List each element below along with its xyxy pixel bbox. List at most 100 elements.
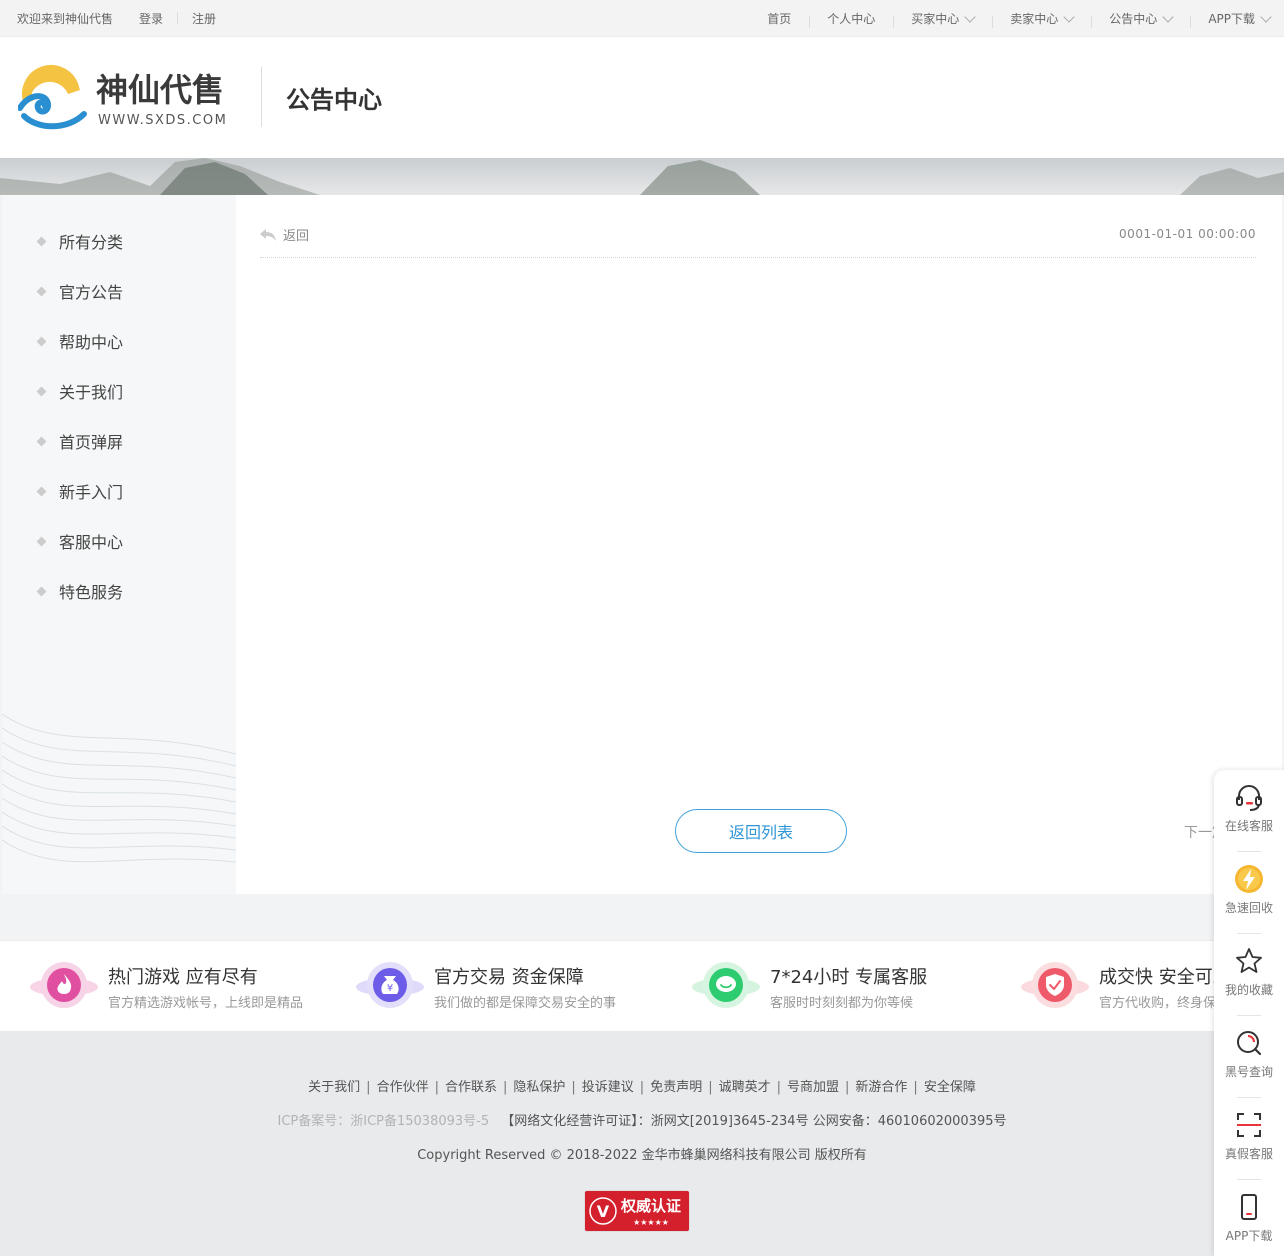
float-verify-service[interactable]: 真假客服 [1214, 1098, 1284, 1170]
top-bar-left: 欢迎来到神仙代售 登录 注册 [17, 0, 216, 36]
reply-arrow-icon [260, 228, 276, 241]
footer-link[interactable]: 合作联系 [445, 1080, 497, 1095]
link-separator: | [502, 1080, 508, 1095]
top-nav-home[interactable]: 首页 [749, 10, 809, 27]
float-app-download[interactable]: APP下载 [1214, 1180, 1284, 1252]
sidebar-item-label: 首页弹屏 [59, 433, 124, 452]
lightning-icon [1235, 865, 1263, 893]
site-header: 神仙代售 WWW.SXDS.COM 公告中心 [0, 37, 1284, 158]
float-item-label: 我的收藏 [1224, 983, 1273, 997]
feature-title: 成交快 安全可靠 [1099, 967, 1231, 988]
sidebar-item-label: 官方公告 [59, 283, 124, 302]
sidebar-item-beginner-guide[interactable]: 新手入门 [36, 476, 124, 506]
float-item-label: 真假客服 [1224, 1147, 1273, 1161]
top-nav-seller-center[interactable]: 卖家中心 [992, 10, 1091, 28]
bullet-diamond-icon [36, 586, 47, 596]
authority-cert-badge[interactable]: V 权威认证 ★★★★★ [584, 1190, 690, 1232]
float-online-service[interactable]: 在线客服 [1214, 770, 1284, 842]
svg-text:神仙代售: 神仙代售 [96, 71, 224, 109]
right-float-toolbar: 在线客服 急速回收 我的收藏 黑号查询 真假客服 APP下载 [1214, 770, 1284, 1256]
sidebar-item-help-center[interactable]: 帮助中心 [36, 326, 124, 356]
footer-link[interactable]: 合作伙伴 [377, 1080, 429, 1095]
feature-strip: 热门游戏 应有尽有 官方精选游戏帐号，上线即是精品 ¥ 官方交易 资金保障 我们… [0, 940, 1284, 1032]
icp-line: ICP备案号：浙ICP备15038093号-5 【网络文化经营许可证】：浙网文[… [0, 1110, 1284, 1129]
bullet-diamond-icon [36, 536, 47, 546]
svg-text:★★★★★: ★★★★★ [633, 1218, 669, 1227]
chevron-down-icon [964, 10, 976, 23]
svg-text:WWW.SXDS.COM: WWW.SXDS.COM [98, 113, 227, 128]
site-logo[interactable]: 神仙代售 WWW.SXDS.COM [17, 64, 233, 132]
sidebar-item-home-popup[interactable]: 首页弹屏 [36, 426, 124, 456]
top-bar: 欢迎来到神仙代售 登录 注册 首页 个人中心 买家中心 卖家中心 公告中心 AP… [0, 0, 1284, 37]
top-nav-label: 公告中心 [1109, 11, 1158, 26]
back-link-label: 返回 [283, 229, 310, 244]
logo-mark-icon: 神仙代售 WWW.SXDS.COM [17, 65, 227, 130]
top-nav-label: 首页 [767, 11, 792, 26]
bullet-diamond-icon [36, 286, 47, 296]
svg-text:权威认证: 权威认证 [620, 1197, 681, 1215]
footer-link[interactable]: 安全保障 [924, 1080, 976, 1095]
top-nav-personal-center[interactable]: 个人中心 [809, 10, 893, 28]
back-link[interactable]: 返回 [260, 225, 309, 244]
sidebar-item-about-us[interactable]: 关于我们 [36, 376, 123, 406]
float-item-label: APP下载 [1225, 1229, 1273, 1243]
headset-icon [1236, 785, 1262, 811]
copyright-text: Copyright Reserved © 2018-2022 金华市蜂巢网络科技… [417, 1148, 867, 1163]
feature-description: 客服时时刻刻都为你等候 [770, 996, 914, 1011]
welcome-text: 欢迎来到神仙代售 [17, 11, 114, 26]
float-my-favorites[interactable]: 我的收藏 [1214, 934, 1284, 1006]
top-nav-notice-center[interactable]: 公告中心 [1091, 10, 1190, 28]
link-separator: | [913, 1080, 918, 1095]
link-separator: | [434, 1080, 439, 1095]
bullet-diamond-icon [36, 236, 47, 246]
sidebar-item-label: 特色服务 [59, 583, 124, 602]
footer-link[interactable]: 诚聘英才 [719, 1080, 771, 1095]
back-to-list-button[interactable]: 返回列表 [675, 809, 847, 853]
footer-link[interactable]: 新游合作 [855, 1080, 907, 1095]
bullet-diamond-icon [36, 386, 47, 396]
chevron-down-icon [1260, 10, 1272, 23]
top-nav-label: 个人中心 [827, 11, 876, 26]
chat-icon [690, 957, 762, 1017]
feature-description: 官方精选游戏帐号，上线即是精品 [108, 996, 304, 1011]
top-nav-label: 买家中心 [911, 11, 960, 26]
wave-decoration-image [2, 713, 236, 863]
top-nav-label: APP下载 [1208, 11, 1255, 26]
sidebar-item-all[interactable]: 所有分类 [36, 226, 124, 256]
top-nav-app-download[interactable]: APP下载 [1190, 10, 1284, 28]
sidebar-item-label: 所有分类 [59, 233, 124, 252]
sidebar-item-official-notice[interactable]: 官方公告 [36, 276, 124, 306]
shield-check-icon [1019, 957, 1091, 1017]
float-fast-recycle[interactable]: 急速回收 [1214, 852, 1284, 924]
sidebar-item-special-services[interactable]: 特色服务 [36, 576, 124, 606]
header-divider [261, 67, 262, 127]
float-item-label: 急速回收 [1224, 901, 1273, 915]
footer-link[interactable]: 关于我们 [308, 1080, 360, 1095]
feature-24h-service: 7*24小时 专属客服 客服时时刻刻都为你等候 [690, 957, 927, 1017]
float-blacklist-query[interactable]: 黑号查询 [1214, 1016, 1284, 1088]
footer-link[interactable]: 免责声明 [650, 1080, 702, 1095]
login-link[interactable]: 登录 [139, 10, 163, 27]
register-link[interactable]: 注册 [192, 10, 216, 27]
category-sidebar: 所有分类 官方公告 帮助中心 关于我们 首页弹屏 新手入门 客服中心 特色服务 [2, 195, 236, 894]
sidebar-item-label: 帮助中心 [59, 333, 124, 352]
star-icon [1236, 948, 1262, 973]
link-separator: | [571, 1080, 576, 1095]
divider [177, 12, 179, 24]
top-nav-buyer-center[interactable]: 买家中心 [893, 10, 992, 28]
sidebar-item-service-center[interactable]: 客服中心 [36, 526, 123, 556]
icp-record-link[interactable]: ICP备案号：浙ICP备15038093号-5 [277, 1114, 489, 1129]
sidebar-item-label: 新手入门 [59, 483, 124, 502]
license-text: 【网络文化经营许可证】：浙网文[2019]3645-234号 公网安备：4601… [501, 1114, 1007, 1129]
phone-icon [1241, 1194, 1257, 1220]
footer-link[interactable]: 隐私保护 [513, 1080, 565, 1095]
float-item-label: 在线客服 [1224, 819, 1273, 833]
feature-title: 7*24小时 专属客服 [770, 967, 928, 988]
page-title: 公告中心 [286, 86, 382, 114]
link-separator: | [639, 1080, 645, 1095]
footer-link[interactable]: 号商加盟 [787, 1080, 839, 1095]
feature-description: 官方代收购，终身保障 [1099, 996, 1230, 1011]
footer-link[interactable]: 投诉建议 [582, 1080, 634, 1095]
publish-date: 0001-01-01 00:00:00 [1119, 227, 1256, 241]
money-bag-icon: ¥ [354, 957, 426, 1017]
